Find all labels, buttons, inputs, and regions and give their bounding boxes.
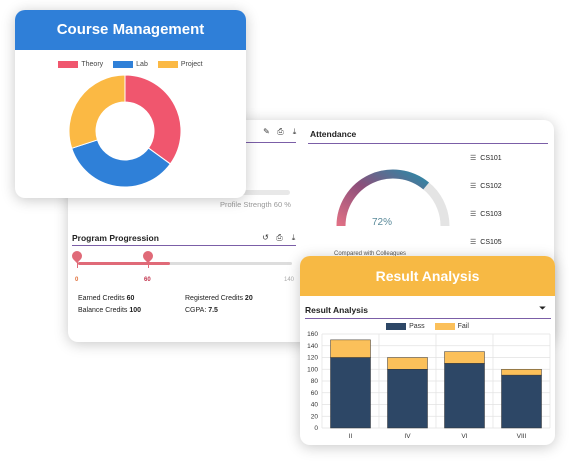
course-management-card: Course Management Theory Lab Project: [15, 10, 246, 198]
registered-credits: Registered Credits 20: [185, 295, 253, 302]
y-tick-label: 80: [311, 378, 319, 385]
bar-fail-viii[interactable]: [501, 369, 542, 376]
gauge-track: [336, 169, 450, 227]
download-icon[interactable]: ⤓: [289, 233, 298, 243]
history-icon[interactable]: ↺: [261, 233, 270, 243]
progress-current-tick: 60: [144, 277, 151, 283]
profile-strength-text: Profile Strength 60 %: [220, 200, 291, 209]
result-analysis-title: Result Analysis: [305, 305, 368, 315]
bar-fail-ii[interactable]: [330, 339, 371, 358]
list-icon: ☰: [470, 155, 477, 162]
result-bar-chart: 0 20 40 60 80 100 120 140 160 II IV VI VIII: [307, 331, 551, 440]
legend-swatch: [113, 61, 134, 68]
print-icon[interactable]: ⎙: [276, 127, 285, 137]
y-tick-label: 140: [307, 343, 318, 350]
x-tick-label: VI: [461, 433, 467, 440]
attendance-title: Attendance: [310, 129, 357, 139]
x-tick-label: IV: [404, 433, 411, 440]
legend-swatch: [58, 61, 79, 68]
list-icon: ☰: [470, 183, 477, 190]
program-progression-title: Program Progression: [72, 233, 159, 243]
result-analysis-header: Result Analysis: [300, 256, 555, 296]
bar-fail-iv[interactable]: [387, 357, 428, 370]
y-tick-label: 20: [311, 413, 319, 420]
download-icon[interactable]: ⤓: [290, 127, 299, 137]
legend-item-project[interactable]: Project: [157, 61, 203, 68]
list-icon: ☰: [470, 211, 477, 218]
course-item-cs101[interactable]: ☰ CS101: [470, 154, 502, 163]
edit-icon[interactable]: ✎: [262, 127, 271, 137]
donut-slice-project[interactable]: [68, 74, 126, 149]
legend-swatch: [157, 61, 178, 68]
balance-credits: Balance Credits 100: [78, 307, 142, 314]
profile-toolbar: ✎ ⎙ ⤓: [262, 127, 299, 137]
attendance-percent: 72%: [372, 217, 393, 228]
legend-item-theory[interactable]: Theory: [58, 61, 103, 68]
legend-swatch: [386, 323, 407, 330]
progression-divider: [72, 245, 296, 246]
list-icon: ☰: [470, 239, 477, 246]
filter-icon[interactable]: ⏷: [539, 303, 546, 314]
attendance-divider: [308, 143, 548, 144]
progress-track: [78, 262, 292, 265]
course-legend: Theory Lab Project: [15, 61, 246, 68]
course-item-cs105[interactable]: ☰ CS105: [470, 238, 502, 247]
attendance-gauge: [336, 169, 450, 227]
bar-pass-vi[interactable]: [444, 363, 485, 429]
course-item-cs102[interactable]: ☰ CS102: [470, 182, 502, 191]
progression-toolbar: ↺ ⎙ ⤓: [261, 233, 298, 243]
legend-item-fail[interactable]: Fail: [434, 323, 469, 330]
donut-slice-theory[interactable]: [124, 74, 182, 165]
bar-pass-ii[interactable]: [330, 357, 371, 429]
bar-pass-iv[interactable]: [387, 369, 428, 429]
y-tick-label: 120: [307, 355, 318, 362]
y-tick-label: 60: [311, 390, 319, 397]
y-tick-label: 100: [307, 366, 318, 373]
legend-swatch: [434, 323, 455, 330]
course-management-title: Course Management: [15, 10, 246, 50]
result-analysis-card: Result Analysis Result Analysis ⏷ Pass F…: [300, 256, 555, 445]
cgpa: CGPA: 7.5: [185, 307, 218, 314]
bar-fail-vi[interactable]: [444, 351, 485, 364]
result-divider: [305, 318, 551, 319]
result-legend: Pass Fail: [300, 323, 555, 330]
earned-credits: Earned Credits 60: [78, 295, 135, 302]
y-tick-label: 0: [314, 425, 318, 432]
progress-fill: [78, 262, 171, 265]
x-tick-label: VIII: [517, 433, 527, 440]
course-donut-chart: [68, 74, 182, 188]
y-tick-label: 40: [311, 402, 319, 409]
progress-end-tick: 140: [284, 277, 295, 283]
bar-pass-viii[interactable]: [501, 374, 542, 429]
legend-item-lab[interactable]: Lab: [113, 61, 148, 68]
legend-item-pass[interactable]: Pass: [386, 323, 425, 330]
x-tick-label: II: [349, 433, 353, 440]
print-icon[interactable]: ⎙: [275, 233, 284, 243]
course-item-cs103[interactable]: ☰ CS103: [470, 210, 502, 219]
progress-start-tick: 0: [75, 277, 79, 283]
y-tick-label: 160: [307, 331, 318, 338]
